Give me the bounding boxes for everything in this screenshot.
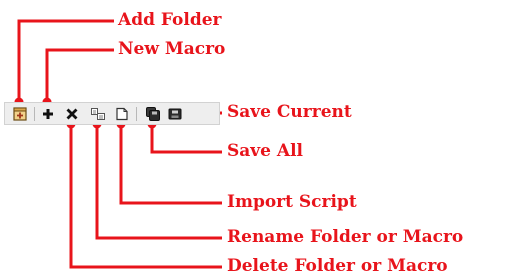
leader-add-folder — [17, 19, 114, 103]
folder-add-icon — [13, 107, 27, 121]
leader-new-macro — [45, 48, 114, 103]
save-current-button[interactable] — [167, 106, 183, 122]
leader-save-all — [150, 123, 222, 154]
new-macro-button[interactable] — [40, 106, 56, 122]
macro-toolbar — [4, 102, 220, 125]
label-save-current: Save Current — [227, 102, 352, 122]
label-import-script: Import Script — [227, 192, 357, 212]
leader-import-script — [119, 123, 222, 205]
import-icon — [116, 107, 128, 121]
delete-button[interactable] — [64, 106, 80, 122]
label-delete: Delete Folder or Macro — [227, 256, 448, 276]
save-icon — [168, 108, 182, 120]
save-all-icon — [146, 107, 160, 121]
plus-icon — [43, 109, 53, 119]
toolbar-separator — [136, 107, 137, 121]
rename-icon — [91, 108, 105, 120]
toolbar-separator — [34, 107, 35, 121]
import-script-button[interactable] — [114, 106, 130, 122]
annotated-toolbar-figure: Add Folder New Macro Save Current Save A… — [0, 0, 530, 279]
leader-delete — [69, 123, 222, 269]
rename-button[interactable] — [90, 106, 106, 122]
leader-rename — [95, 123, 222, 240]
label-add-folder: Add Folder — [118, 10, 222, 30]
label-save-all: Save All — [227, 141, 304, 161]
save-all-button[interactable] — [145, 106, 161, 122]
label-rename: Rename Folder or Macro — [227, 227, 464, 247]
label-new-macro: New Macro — [118, 39, 226, 59]
x-icon — [66, 108, 78, 120]
add-folder-button[interactable] — [12, 106, 28, 122]
